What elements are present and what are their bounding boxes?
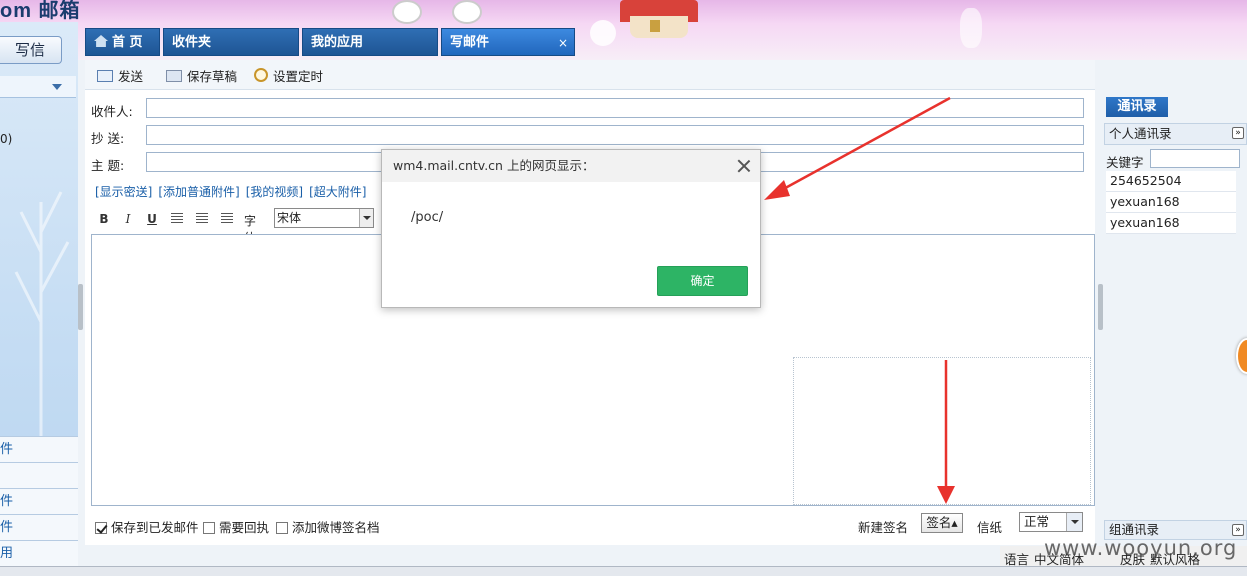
- contact-item[interactable]: yexuan168: [1106, 192, 1236, 213]
- contact-item[interactable]: yexuan168: [1106, 213, 1236, 234]
- envelope-icon: [97, 70, 113, 82]
- tab-inbox[interactable]: 收件夹: [163, 28, 299, 56]
- font-select[interactable]: 宋体: [274, 208, 374, 228]
- draft-icon: [166, 70, 182, 82]
- paper-select[interactable]: 正常: [1019, 512, 1083, 532]
- cc-field[interactable]: [146, 125, 1084, 145]
- contacts-panel: 通讯录 个人通讯录 » 关键字 254652504 yexuan168 yexu…: [1104, 95, 1247, 575]
- clock-icon: [254, 68, 268, 82]
- contact-list: 254652504 yexuan168 yexuan168: [1106, 171, 1236, 234]
- cc-label: 抄 送:: [91, 131, 125, 146]
- add-attachment-link[interactable]: [添加普通附件]: [158, 185, 239, 199]
- sidebar-link[interactable]: 件: [0, 488, 78, 514]
- italic-button[interactable]: I: [119, 210, 137, 228]
- checkbox-icon[interactable]: [203, 522, 215, 534]
- chevron-down-icon: [359, 209, 373, 227]
- watermark: www.wooyun.org: [1044, 536, 1238, 560]
- close-tab-icon[interactable]: ×: [558, 29, 568, 57]
- alert-dialog: wm4.mail.cntv.cn 上的网页显示： /poc/ 确定: [381, 149, 761, 308]
- right-splitter[interactable]: [1098, 284, 1103, 330]
- sidebar-link[interactable]: [0, 462, 78, 488]
- sidebar-links: 件 件 件 用: [0, 436, 78, 566]
- compose-toolbar: 发送 保存草稿 设置定时: [85, 60, 1095, 90]
- ok-button[interactable]: 确定: [657, 266, 748, 296]
- signature-preview: [793, 357, 1091, 505]
- align-left-icon[interactable]: [171, 213, 183, 223]
- snowman-decoration: [392, 0, 422, 24]
- subject-label: 主 题:: [91, 158, 125, 173]
- align-right-icon[interactable]: [221, 213, 233, 223]
- snowman-decoration: [452, 0, 482, 24]
- checkbox-icon[interactable]: [276, 522, 288, 534]
- sidebar-link[interactable]: 件: [0, 436, 78, 462]
- send-button[interactable]: 发送: [97, 66, 143, 85]
- snow-decoration: [590, 20, 616, 46]
- paper-label: 信纸: [977, 520, 1003, 535]
- keyword-label: 关键字: [1106, 155, 1144, 170]
- logo: om 邮箱: [0, 0, 81, 22]
- collapse-icon[interactable]: »: [1232, 524, 1244, 536]
- left-sidebar: 写信 0) 件 件 件 用: [0, 22, 78, 570]
- to-field[interactable]: [146, 98, 1084, 118]
- house-decoration: [620, 0, 698, 38]
- chevron-down-icon: [1066, 513, 1082, 531]
- tree-decoration: [960, 8, 982, 48]
- new-signature-link[interactable]: 新建签名: [858, 517, 908, 536]
- receipt-option[interactable]: 需要回执: [203, 517, 269, 536]
- tab-my-apps[interactable]: 我的应用: [302, 28, 438, 56]
- tab-compose[interactable]: 写邮件 ×: [441, 28, 575, 56]
- folder-selector[interactable]: [0, 76, 76, 98]
- dialog-message: /poc/: [411, 210, 444, 225]
- dialog-title: wm4.mail.cntv.cn 上的网页显示：: [382, 150, 760, 182]
- weibo-signature-option[interactable]: 添加微博签名档: [276, 517, 380, 536]
- sidebar-link[interactable]: 用: [0, 540, 78, 566]
- save-sent-option[interactable]: 保存到已发邮件: [95, 517, 199, 536]
- tab-contacts[interactable]: 通讯录: [1106, 97, 1168, 117]
- large-attachment-link[interactable]: [超大附件]: [309, 185, 366, 199]
- personal-contacts-header: 个人通讯录 »: [1104, 123, 1247, 145]
- show-bcc-link[interactable]: [显示密送]: [95, 185, 152, 199]
- align-center-icon[interactable]: [196, 213, 208, 223]
- bold-button[interactable]: B: [95, 210, 113, 228]
- to-label: 收件人:: [91, 104, 133, 119]
- sidebar-link[interactable]: 件: [0, 514, 78, 540]
- home-icon: [94, 35, 108, 47]
- attachment-links: [显示密送] [添加普通附件] [我的视频] [超大附件]: [95, 183, 373, 200]
- compose-options: 保存到已发邮件 需要回执 添加微博签名档 新建签名 签名▴ 信纸 正常: [85, 511, 1095, 541]
- tab-home[interactable]: 首 页: [85, 28, 160, 56]
- write-mail-button[interactable]: 写信: [0, 36, 62, 64]
- tree-decoration: [14, 191, 70, 442]
- status-bar: [0, 566, 1247, 576]
- left-splitter[interactable]: [78, 284, 83, 330]
- checkbox-checked-icon[interactable]: [95, 522, 107, 534]
- close-icon[interactable]: [736, 158, 752, 174]
- underline-button[interactable]: U: [143, 210, 161, 228]
- save-draft-button[interactable]: 保存草稿: [166, 66, 237, 85]
- collapse-icon[interactable]: »: [1232, 127, 1244, 139]
- schedule-button[interactable]: 设置定时: [254, 66, 323, 85]
- keyword-input[interactable]: [1150, 149, 1240, 168]
- my-video-link[interactable]: [我的视频]: [246, 185, 303, 199]
- signature-button[interactable]: 签名▴: [921, 513, 963, 533]
- chevron-down-icon: [52, 84, 62, 90]
- contact-item[interactable]: 254652504: [1106, 171, 1236, 192]
